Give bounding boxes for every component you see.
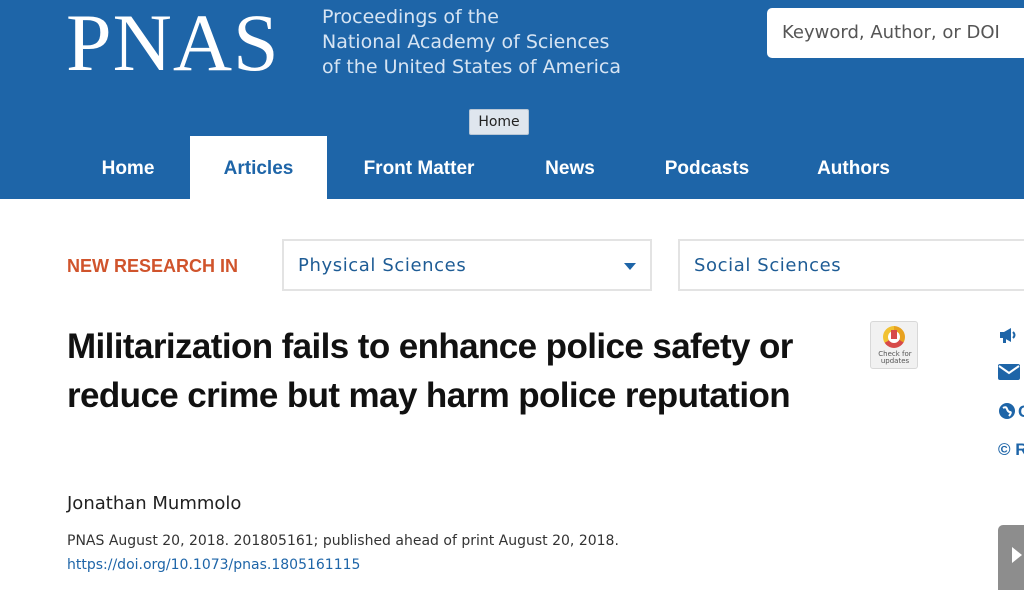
select-value: Physical Sciences	[298, 255, 467, 276]
site-tagline: Proceedings of the National Academy of S…	[322, 5, 621, 80]
home-tooltip: Home	[469, 109, 529, 135]
pnas-logo[interactable]: PNAS	[66, 0, 280, 92]
nav-news[interactable]: News	[525, 136, 615, 199]
chevron-down-icon	[624, 263, 636, 270]
bookmark-icon	[891, 330, 897, 339]
nav-podcasts[interactable]: Podcasts	[648, 136, 766, 199]
nav-articles[interactable]: Articles	[190, 136, 327, 199]
badge-label-line: updates	[880, 357, 910, 365]
social-sciences-select[interactable]: Social Sciences	[678, 239, 1024, 291]
badge-label: Check for updates	[871, 351, 919, 365]
site-header: PNAS Proceedings of the National Academy…	[0, 0, 1024, 199]
article-title: Militarization fails to enhance police s…	[67, 327, 793, 415]
physical-sciences-select[interactable]: Physical Sciences	[282, 239, 652, 291]
nav-authors[interactable]: Authors	[800, 136, 907, 199]
nav-home[interactable]: Home	[67, 136, 189, 199]
envelope-icon[interactable]	[998, 364, 1024, 385]
new-research-label: NEW RESEARCH IN	[67, 256, 239, 276]
tagline-line: Proceedings of the	[322, 6, 499, 28]
megaphone-icon[interactable]	[998, 326, 1024, 349]
globe-icon[interactable]: C	[998, 402, 1024, 425]
feedback-tab[interactable]	[998, 525, 1024, 590]
nav-front-matter[interactable]: Front Matter	[343, 136, 495, 199]
tagline-line: National Academy of Sciences	[322, 31, 610, 53]
share-label: C	[1018, 402, 1024, 422]
copyright-icon[interactable]: © R	[998, 440, 1024, 460]
article-author[interactable]: Jonathan Mummolo	[67, 493, 241, 514]
tagline-line: of the United States of America	[322, 56, 621, 78]
search-input[interactable]	[780, 21, 1024, 44]
select-value: Social Sciences	[694, 255, 842, 276]
doi-link[interactable]: https://doi.org/10.1073/pnas.1805161115	[67, 557, 360, 573]
check-for-updates-badge[interactable]: Check for updates	[870, 321, 918, 369]
search-box[interactable]	[767, 8, 1024, 58]
article-citation: PNAS August 20, 2018. 201805161; publish…	[67, 533, 619, 549]
